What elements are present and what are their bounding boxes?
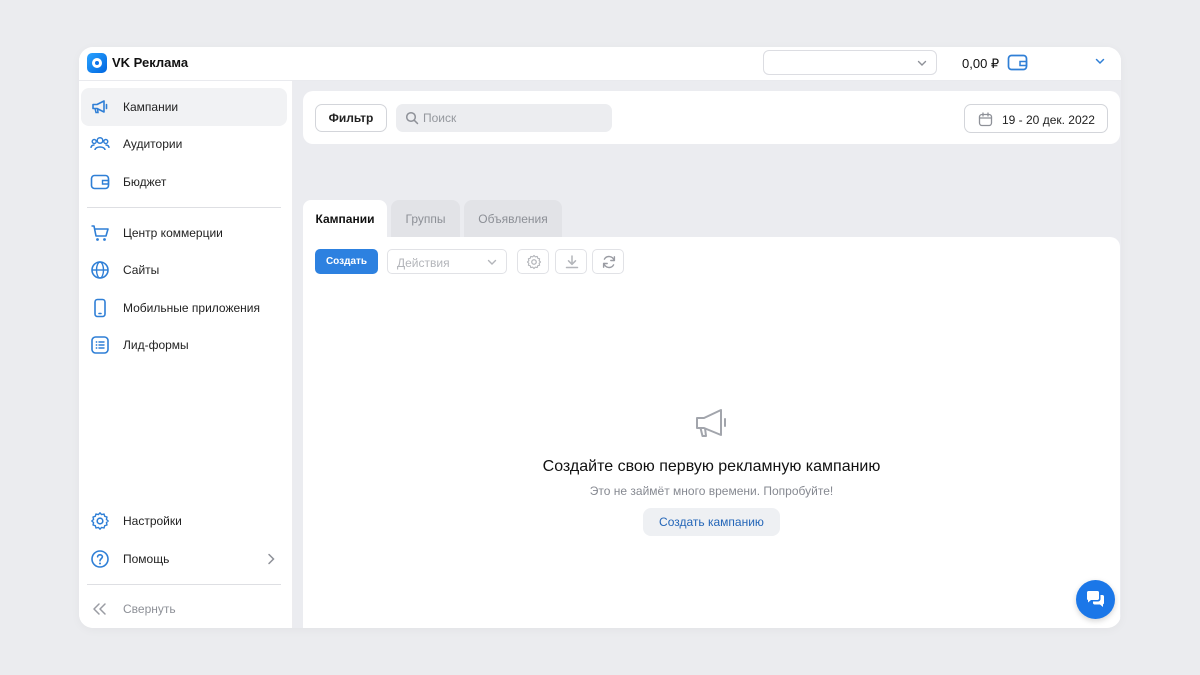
sidebar-item-mobile-apps[interactable]: Мобильные приложения xyxy=(81,289,287,327)
refresh-button[interactable] xyxy=(592,249,624,274)
sidebar-item-campaigns[interactable]: Кампании xyxy=(81,88,287,126)
tab-label: Группы xyxy=(405,212,446,226)
cart-icon xyxy=(91,225,109,241)
chevron-down-icon xyxy=(487,259,497,265)
calendar-icon xyxy=(978,112,993,127)
create-campaign-button[interactable]: Создать кампанию xyxy=(643,508,780,536)
sidebar-item-label: Бюджет xyxy=(123,175,167,189)
sidebar-item-settings[interactable]: Настройки xyxy=(81,502,287,540)
sidebar-item-help[interactable]: Помощь xyxy=(81,540,287,578)
users-icon xyxy=(90,136,110,151)
actions-placeholder: Действия xyxy=(397,256,450,270)
sidebar-item-budget[interactable]: Бюджет xyxy=(81,163,287,201)
create-button[interactable]: Создать xyxy=(315,249,378,274)
sidebar-item-sites[interactable]: Сайты xyxy=(81,251,287,289)
sidebar-item-label: Настройки xyxy=(123,514,182,528)
refresh-icon xyxy=(602,255,616,269)
app-window: VK Реклама 0,00 ₽ Кампании Аудитории Бюд… xyxy=(79,47,1121,628)
account-menu-chevron-icon[interactable] xyxy=(1094,55,1106,67)
sidebar-item-label: Кампании xyxy=(123,100,179,114)
sidebar-item-lead-forms[interactable]: Лид-формы xyxy=(81,326,287,364)
download-button[interactable] xyxy=(555,249,587,274)
campaigns-panel: Создать Действия Создайте свою первую ре… xyxy=(303,237,1120,628)
tab-ads[interactable]: Объявления xyxy=(464,200,562,237)
top-bar: VK Реклама 0,00 ₽ xyxy=(79,47,1121,81)
gear-icon xyxy=(91,512,109,530)
sidebar-collapse[interactable]: Свернуть xyxy=(81,590,287,628)
balance-amount: 0,00 ₽ xyxy=(962,56,1000,71)
account-select[interactable] xyxy=(763,50,937,75)
sidebar: Кампании Аудитории Бюджет Центр коммерци… xyxy=(79,81,293,628)
sidebar-item-label: Лид-формы xyxy=(123,338,189,352)
search-icon xyxy=(405,111,419,125)
double-chevron-left-icon xyxy=(93,603,106,615)
app-title: VK Реклама xyxy=(112,55,189,70)
sidebar-divider xyxy=(87,207,281,208)
tab-campaigns[interactable]: Кампании xyxy=(303,200,387,237)
chat-icon xyxy=(1087,591,1104,607)
sidebar-item-label: Помощь xyxy=(123,552,170,566)
sidebar-item-label: Центр коммерции xyxy=(123,226,223,240)
search-box[interactable] xyxy=(396,104,612,132)
sidebar-item-label: Аудитории xyxy=(123,137,183,151)
sidebar-divider xyxy=(87,584,281,585)
empty-state-title: Создайте свою первую рекламную кампанию xyxy=(542,458,881,475)
help-icon xyxy=(91,550,109,568)
wallet-icon xyxy=(90,174,110,190)
chat-support-button[interactable] xyxy=(1076,580,1115,619)
wallet-icon[interactable] xyxy=(1007,53,1028,72)
filter-bar: Фильтр 19 - 20 дек. 2022 xyxy=(303,91,1120,144)
search-input[interactable] xyxy=(423,104,608,132)
actions-select[interactable]: Действия xyxy=(387,249,507,274)
vk-ads-logo[interactable] xyxy=(87,53,107,73)
megaphone-icon xyxy=(696,409,726,437)
empty-state-subtitle: Это не займёт много времени. Попробуйте! xyxy=(589,484,834,498)
tab-label: Объявления xyxy=(478,212,548,226)
chevron-down-icon xyxy=(917,60,927,66)
sidebar-item-commerce-center[interactable]: Центр коммерции xyxy=(81,214,287,252)
filter-button[interactable]: Фильтр xyxy=(315,104,387,132)
megaphone-icon xyxy=(92,100,108,114)
sidebar-collapse-label: Свернуть xyxy=(123,602,176,616)
sidebar-item-label: Мобильные приложения xyxy=(123,301,260,315)
date-range-label: 19 - 20 дек. 2022 xyxy=(1002,113,1095,127)
globe-icon xyxy=(91,261,109,279)
tab-groups[interactable]: Группы xyxy=(391,200,460,237)
form-list-icon xyxy=(91,336,109,354)
download-icon xyxy=(565,255,579,269)
main-area: Фильтр 19 - 20 дек. 2022 Кампании Группы… xyxy=(293,81,1121,628)
date-range-picker[interactable]: 19 - 20 дек. 2022 xyxy=(964,104,1108,133)
table-settings-button[interactable] xyxy=(517,249,549,274)
smartphone-icon xyxy=(94,298,106,318)
sidebar-item-label: Сайты xyxy=(123,263,160,277)
chevron-right-icon xyxy=(268,553,275,565)
sidebar-item-audiences[interactable]: Аудитории xyxy=(81,125,287,163)
tab-label: Кампании xyxy=(315,212,375,226)
gear-icon xyxy=(526,254,542,270)
